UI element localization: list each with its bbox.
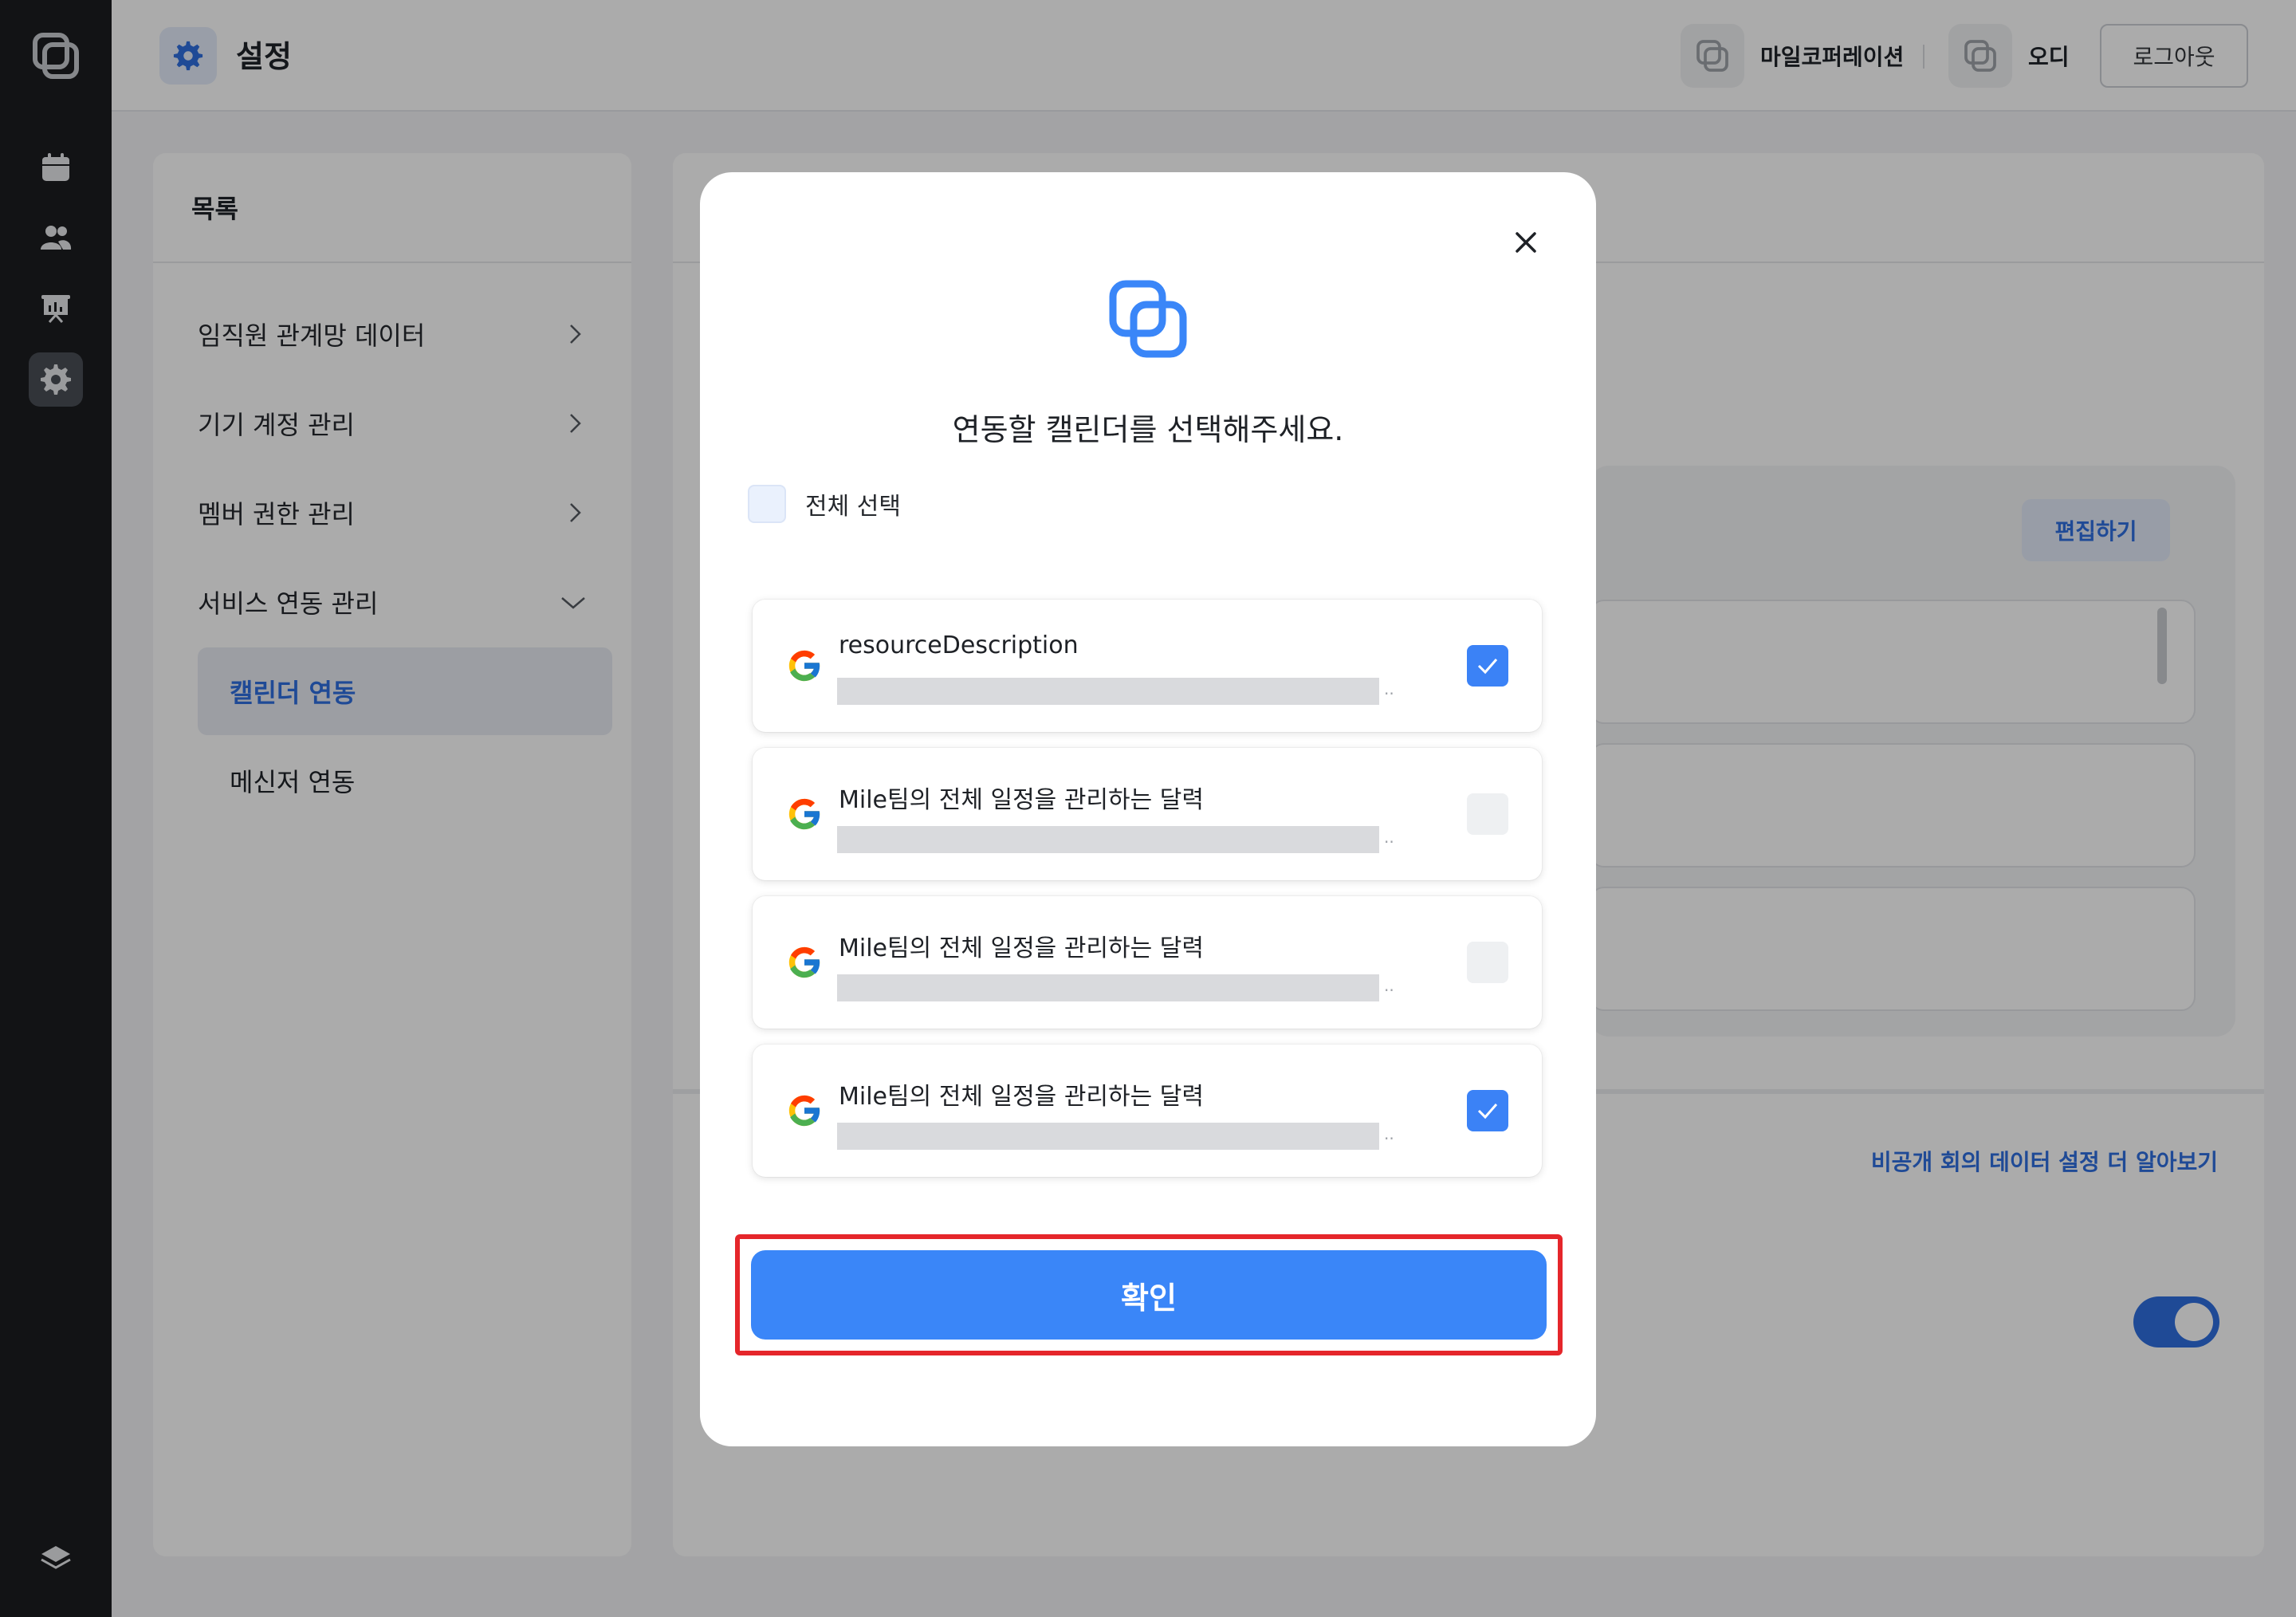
close-icon <box>1516 232 1536 253</box>
check-icon <box>1477 659 1498 675</box>
calendar-description-placeholder <box>837 826 1379 853</box>
app-logo-icon <box>1109 280 1187 358</box>
close-button[interactable] <box>1500 217 1551 268</box>
calendar-checkbox[interactable] <box>1467 1090 1508 1131</box>
calendar-name: Mile팀의 전체 일정을 관리하는 달력 <box>839 786 1204 814</box>
google-icon <box>788 650 821 682</box>
calendar-name: resourceDescription <box>839 631 1079 659</box>
calendar-description-placeholder <box>837 974 1379 1001</box>
ellipsis: .. <box>1384 1124 1394 1143</box>
google-icon <box>788 946 821 978</box>
google-icon <box>788 798 821 830</box>
calendar-checkbox[interactable] <box>1467 645 1508 687</box>
modal-title: 연동할 캘린더를 선택해주세요. <box>952 412 1344 447</box>
ellipsis: .. <box>1384 976 1394 995</box>
confirm-highlight: 확인 <box>735 1234 1563 1355</box>
calendar-option[interactable]: Mile팀의 전체 일정을 관리하는 달력 .. <box>753 1045 1542 1177</box>
calendar-option[interactable]: resourceDescription .. <box>753 600 1542 732</box>
ellipsis: .. <box>1384 828 1394 847</box>
check-icon <box>1477 1104 1498 1119</box>
ellipsis: .. <box>1384 679 1394 698</box>
calendar-select-modal: 연동할 캘린더를 선택해주세요. 전체 선택 resourceDescripti… <box>700 172 1596 1446</box>
google-icon <box>788 1095 821 1127</box>
calendar-description-placeholder <box>837 678 1379 705</box>
select-all-label: 전체 선택 <box>805 493 901 521</box>
select-all-checkbox[interactable] <box>748 485 786 523</box>
calendar-name: Mile팀의 전체 일정을 관리하는 달력 <box>839 1083 1204 1111</box>
confirm-button[interactable]: 확인 <box>751 1250 1547 1340</box>
calendar-checkbox[interactable] <box>1467 942 1508 983</box>
select-all-row[interactable]: 전체 선택 <box>748 485 901 523</box>
calendar-option[interactable]: Mile팀의 전체 일정을 관리하는 달력 .. <box>753 748 1542 880</box>
calendar-description-placeholder <box>837 1123 1379 1150</box>
calendar-name: Mile팀의 전체 일정을 관리하는 달력 <box>839 934 1204 962</box>
calendar-option[interactable]: Mile팀의 전체 일정을 관리하는 달력 .. <box>753 896 1542 1029</box>
calendar-checkbox[interactable] <box>1467 793 1508 835</box>
